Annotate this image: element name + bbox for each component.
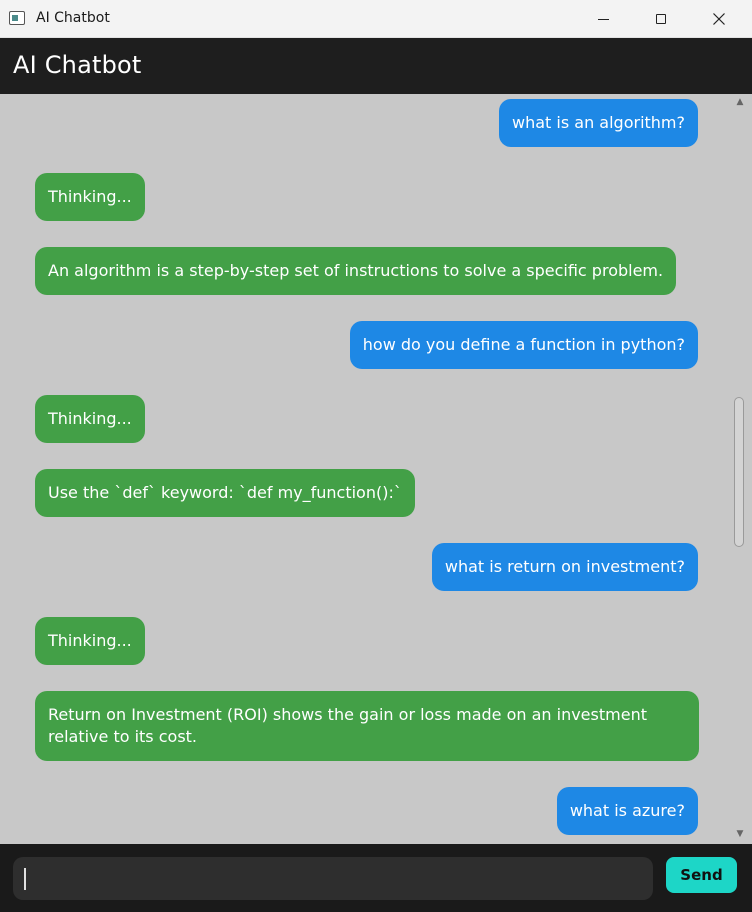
scroll-up-icon[interactable]: ▲ — [735, 97, 745, 107]
bot-message: Thinking... — [35, 617, 145, 665]
bot-message: Use the `def` keyword: `def my_function(… — [35, 469, 415, 517]
user-message: how do you define a function in python? — [349, 321, 698, 369]
scroll-thumb[interactable] — [734, 397, 744, 547]
message-input[interactable] — [13, 857, 653, 900]
close-button[interactable] — [690, 0, 748, 38]
minimize-icon — [597, 18, 609, 20]
send-button[interactable]: Send — [666, 857, 737, 893]
app-header: AI Chatbot — [0, 38, 752, 94]
app-window: AI Chatbot AI Chatbot what is an algorit… — [0, 0, 752, 912]
user-message: what is return on investment? — [431, 543, 698, 591]
bot-message: Return on Investment (ROI) shows the gai… — [35, 691, 699, 761]
window-title: AI Chatbot — [36, 10, 110, 26]
text-caret — [24, 868, 26, 890]
app-title: AI Chatbot — [13, 51, 142, 79]
bot-message: An algorithm is a step-by-step set of in… — [35, 247, 677, 295]
chat-messages[interactable]: what is an algorithm? Thinking... An alg… — [0, 94, 752, 844]
close-icon — [713, 13, 725, 25]
window-titlebar: AI Chatbot — [0, 0, 752, 38]
bot-message: Thinking... — [35, 395, 145, 443]
maximize-button[interactable] — [632, 0, 690, 38]
user-message: what is an algorithm? — [499, 99, 698, 147]
scroll-down-icon[interactable]: ▼ — [735, 829, 745, 839]
chat-scrollbar[interactable]: ▲ ▼ — [731, 94, 749, 844]
bot-message: Thinking... — [35, 173, 145, 221]
input-bar: Send — [0, 844, 752, 912]
maximize-icon — [656, 14, 666, 24]
app-window-icon — [9, 11, 25, 25]
user-message: what is azure? — [556, 787, 698, 835]
minimize-button[interactable] — [574, 0, 632, 38]
